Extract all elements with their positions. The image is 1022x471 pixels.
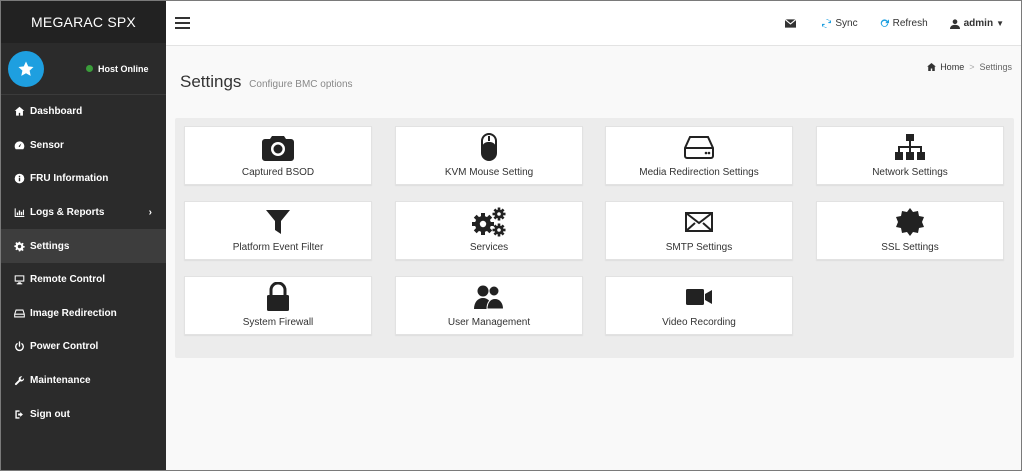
sidebar-nav: Dashboard Sensor FRU Information Logs & …: [1, 95, 166, 431]
chevron-right-icon: ›: [148, 206, 152, 218]
camera-icon: [185, 133, 371, 161]
video-camera-icon: [606, 283, 792, 311]
info-icon: [12, 173, 26, 185]
star-icon[interactable]: [8, 50, 44, 87]
refresh-icon: [880, 19, 889, 27]
messages-button[interactable]: [785, 19, 800, 28]
sidebar-item-fru-information[interactable]: FRU Information: [1, 162, 166, 196]
envelope-icon: [785, 19, 797, 28]
caret-down-icon: ▼: [996, 19, 1004, 28]
sync-label: Sync: [835, 18, 858, 29]
hard-drive-icon: [606, 133, 792, 161]
chart-icon: [12, 207, 26, 219]
status-dot-icon: [86, 65, 93, 72]
host-status-label: Host Online: [98, 63, 149, 74]
breadcrumb: Home > Settings: [927, 62, 1012, 72]
sidebar-item-label: Power Control: [30, 341, 99, 353]
home-icon: [927, 63, 937, 71]
settings-panel: Captured BSOD KVM Mouse Setting Media Re…: [175, 118, 1014, 358]
wrench-icon: [12, 375, 26, 387]
tile-label: Video Recording: [662, 317, 736, 328]
users-icon: [396, 283, 582, 311]
tile-video-recording[interactable]: Video Recording: [605, 276, 793, 335]
drive-icon: [12, 307, 26, 319]
mouse-icon: [396, 133, 582, 161]
tile-captured-bsod[interactable]: Captured BSOD: [184, 126, 372, 185]
tile-network-settings[interactable]: Network Settings: [816, 126, 1004, 185]
lock-icon: [185, 282, 371, 311]
monitor-icon: [12, 274, 26, 286]
certificate-icon: [817, 208, 1003, 236]
sidebar-item-label: Sensor: [30, 139, 64, 151]
sidebar-item-label: Maintenance: [30, 375, 91, 387]
tile-kvm-mouse-setting[interactable]: KVM Mouse Setting: [395, 126, 583, 185]
sensor-icon: [12, 139, 26, 151]
sidebar-item-label: Remote Control: [30, 274, 105, 286]
tile-label: SSL Settings: [881, 242, 939, 253]
sidebar-item-dashboard[interactable]: Dashboard: [1, 95, 166, 129]
user-label: admin: [963, 18, 994, 29]
sidebar-item-sensor[interactable]: Sensor: [1, 129, 166, 163]
tile-label: SMTP Settings: [665, 242, 733, 253]
sidebar-item-label: Sign out: [30, 408, 70, 420]
page-title: Settings Configure BMC options: [180, 72, 353, 92]
breadcrumb-current: Settings: [979, 62, 1012, 72]
sitemap-icon: [817, 133, 1003, 161]
tile-label: Captured BSOD: [241, 167, 315, 178]
tile-user-management[interactable]: User Management: [395, 276, 583, 335]
sidebar-item-label: Image Redirection: [30, 307, 117, 319]
tile-label: Media Redirection Settings: [639, 167, 759, 178]
brand-title: MEGARAC SPX: [1, 1, 166, 43]
tile-label: KVM Mouse Setting: [444, 167, 534, 178]
hamburger-menu-icon[interactable]: [175, 17, 190, 29]
tile-label: Services: [469, 242, 509, 253]
tile-label: User Management: [447, 317, 531, 328]
sync-icon: [822, 19, 832, 28]
page-title-text: Settings: [180, 72, 242, 91]
sidebar-item-image-redirection[interactable]: Image Redirection: [1, 297, 166, 331]
breadcrumb-separator: >: [969, 62, 975, 72]
sync-button[interactable]: Sync: [822, 18, 858, 29]
power-icon: [12, 341, 26, 353]
tile-system-firewall[interactable]: System Firewall: [184, 276, 372, 335]
host-status: Host Online: [86, 64, 149, 74]
main-content: Settings Configure BMC options Home > Se…: [166, 46, 1021, 470]
sidebar-item-settings[interactable]: Settings: [1, 229, 166, 263]
sidebar-item-sign-out[interactable]: Sign out: [1, 397, 166, 431]
tile-services[interactable]: Services: [395, 201, 583, 260]
sidebar-item-power-control[interactable]: Power Control: [1, 330, 166, 364]
page-subtitle: Configure BMC options: [249, 79, 353, 90]
user-icon: [949, 18, 960, 29]
envelope-icon: [606, 208, 792, 236]
tile-ssl-settings[interactable]: SSL Settings: [816, 201, 1004, 260]
refresh-button[interactable]: Refresh: [880, 18, 928, 29]
app-window: MEGARAC SPX Host Online Dashboard Sensor…: [0, 0, 1022, 471]
dashboard-icon: [12, 106, 26, 118]
tile-label: Platform Event Filter: [232, 242, 324, 253]
sidebar-item-logs-reports[interactable]: Logs & Reports ›: [1, 196, 166, 230]
sidebar-item-label: Settings: [30, 240, 70, 252]
sidebar-item-label: Dashboard: [30, 106, 83, 118]
sign-out-icon: [12, 408, 26, 420]
tile-platform-event-filter[interactable]: Platform Event Filter: [184, 201, 372, 260]
tile-media-redirection-settings[interactable]: Media Redirection Settings: [605, 126, 793, 185]
sidebar-item-remote-control[interactable]: Remote Control: [1, 263, 166, 297]
top-actions: Sync Refresh admin ▼: [763, 1, 1004, 46]
tile-smtp-settings[interactable]: SMTP Settings: [605, 201, 793, 260]
sidebar: MEGARAC SPX Host Online Dashboard Sensor…: [1, 1, 166, 470]
tile-label: System Firewall: [242, 317, 314, 328]
cogs-icon: [396, 207, 582, 237]
gear-icon: [12, 240, 26, 252]
tile-label: Network Settings: [872, 167, 948, 178]
breadcrumb-home[interactable]: Home: [940, 62, 964, 72]
host-status-row: Host Online: [1, 43, 166, 95]
filter-icon: [185, 208, 371, 236]
top-bar: Sync Refresh admin ▼: [166, 1, 1021, 46]
sidebar-item-maintenance[interactable]: Maintenance: [1, 364, 166, 398]
sidebar-item-label: FRU Information: [30, 173, 109, 185]
refresh-label: Refresh: [892, 18, 928, 29]
sidebar-item-label: Logs & Reports: [30, 207, 105, 219]
user-menu-button[interactable]: admin ▼: [949, 18, 1004, 29]
